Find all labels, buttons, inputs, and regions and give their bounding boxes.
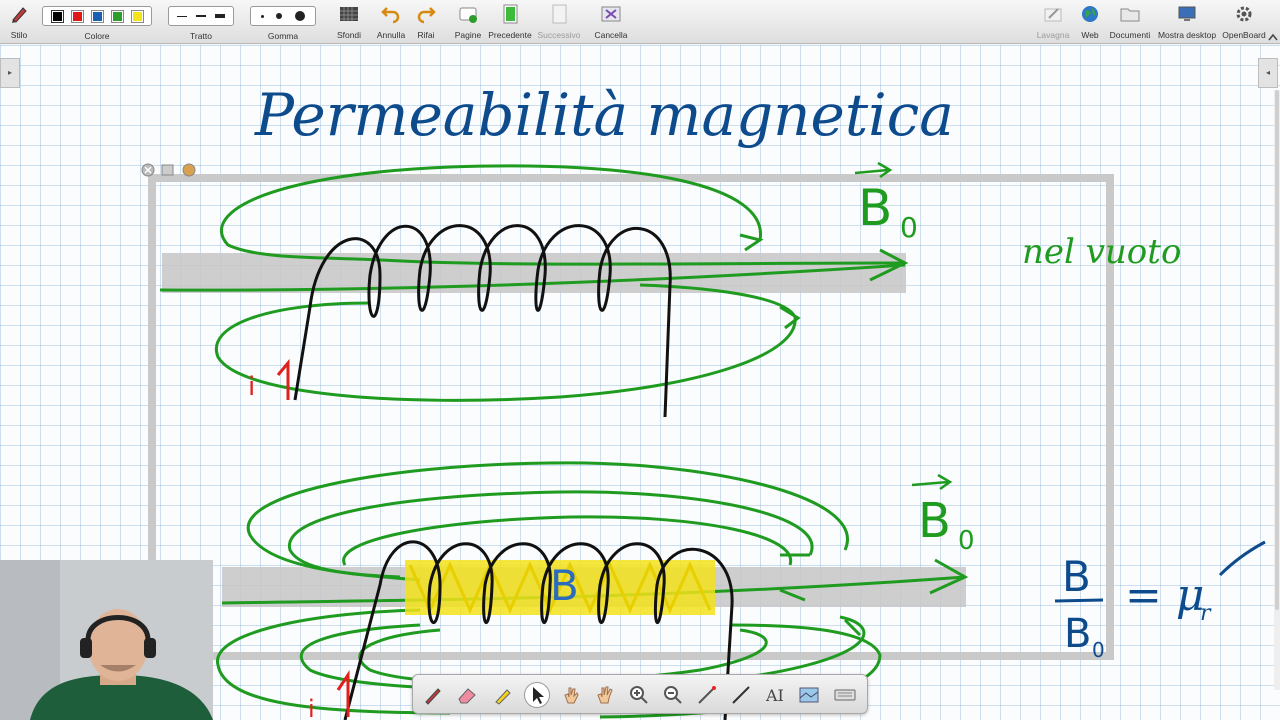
stilo-tool[interactable]: Stilo <box>6 4 32 40</box>
eraser-icon[interactable] <box>455 683 479 707</box>
previous-page-icon <box>503 4 518 24</box>
settings-icon[interactable] <box>182 163 196 177</box>
interact-hand-icon[interactable] <box>559 683 583 707</box>
eraser-selector <box>250 6 316 26</box>
successivo-label: Successivo <box>537 30 581 40</box>
title-handwriting: Permeabilità magnetica <box>254 81 954 149</box>
eraser-small[interactable] <box>261 14 265 18</box>
next-page-icon <box>552 4 567 24</box>
gear-icon <box>1236 6 1252 22</box>
sfondi-button[interactable]: Sfondi <box>335 4 363 40</box>
highlighter-icon[interactable] <box>491 683 515 707</box>
laser-pointer-icon[interactable] <box>695 683 719 707</box>
svg-text:B: B <box>1064 611 1091 657</box>
stroke-medium[interactable] <box>195 15 206 17</box>
monitor-icon <box>1178 6 1196 21</box>
color-palette <box>42 6 152 26</box>
stilo-label: Stilo <box>10 30 28 40</box>
mostra-desktop-label: Mostra desktop <box>1157 30 1217 40</box>
eraser-medium[interactable] <box>276 13 283 19</box>
pan-hand-icon[interactable] <box>593 683 617 707</box>
color-swatch-black[interactable] <box>51 10 63 22</box>
lavagna-label: Lavagna <box>1036 30 1070 40</box>
lavagna-button[interactable]: Lavagna <box>1036 4 1070 40</box>
capture-icon[interactable] <box>797 683 821 707</box>
eraser-large[interactable] <box>294 11 305 21</box>
zoom-out-icon[interactable] <box>661 683 685 707</box>
precedente-button[interactable]: Precedente <box>488 4 532 40</box>
sfondi-label: Sfondi <box>336 30 362 40</box>
redo-icon <box>417 7 436 24</box>
stroke-thin[interactable] <box>177 15 188 17</box>
web-button[interactable]: Web <box>1078 4 1102 40</box>
color-swatch-red[interactable] <box>71 10 83 22</box>
stroke-selector <box>168 6 234 26</box>
svg-text:0: 0 <box>958 526 975 556</box>
svg-text:B: B <box>1062 552 1091 601</box>
svg-text:i: i <box>308 695 315 720</box>
successivo-button[interactable]: Successivo <box>537 4 581 40</box>
webcam-overlay <box>0 560 213 720</box>
undo-icon <box>381 7 400 24</box>
b-label-core: B <box>550 561 579 610</box>
current-label-bottom: i <box>308 670 350 720</box>
cancella-button[interactable]: Cancella <box>594 4 628 40</box>
colore-label: Colore <box>84 31 110 41</box>
color-swatch-yellow[interactable] <box>131 10 143 22</box>
permeability-ratio: B B 0 = μ r <box>1054 540 1266 662</box>
documenti-button[interactable]: Documenti <box>1108 4 1152 40</box>
pagine-button[interactable]: Pagine <box>454 4 482 40</box>
board-icon <box>1044 8 1062 22</box>
tratto-label: Tratto <box>190 31 212 41</box>
mostra-desktop-button[interactable]: Mostra desktop <box>1156 4 1218 40</box>
collapse-arrow-icon[interactable] <box>1268 32 1278 42</box>
precedente-label: Precedente <box>488 30 532 40</box>
web-label: Web <box>1081 30 1099 40</box>
duplicate-icon[interactable] <box>161 164 174 176</box>
cancella-label: Cancella <box>594 30 628 40</box>
color-swatch-green[interactable] <box>111 10 123 22</box>
stroke-thick[interactable] <box>214 14 225 18</box>
clear-page-icon <box>601 6 621 22</box>
floating-toolbar: AI <box>412 674 868 714</box>
b0-label-bottom: B 0 <box>911 473 975 556</box>
main-toolbar: Stilo Colore Tratto Gomma Sfondi Annulla… <box>0 0 1280 44</box>
svg-text:AI: AI <box>765 686 784 705</box>
image-frame-controls <box>141 163 196 177</box>
globe-icon <box>1082 6 1098 22</box>
svg-text:0: 0 <box>1092 638 1105 662</box>
folder-icon <box>1120 8 1140 22</box>
svg-text:= μ: = μ <box>1125 570 1204 621</box>
presenter-video <box>0 560 213 720</box>
virtual-keyboard-icon[interactable] <box>833 683 857 707</box>
pen-icon[interactable] <box>421 683 445 707</box>
svg-text:B: B <box>858 179 892 237</box>
gomma-label: Gomma <box>267 31 299 41</box>
svg-text:r: r <box>1200 601 1212 626</box>
line-tool-icon[interactable] <box>729 683 753 707</box>
svg-text:i: i <box>248 372 255 402</box>
pen-icon <box>12 7 27 23</box>
rifai-button[interactable]: Rifai <box>414 4 438 40</box>
background-grid-icon <box>340 7 358 21</box>
annulla-button[interactable]: Annulla <box>376 4 406 40</box>
svg-text:B: B <box>918 493 951 549</box>
documenti-label: Documenti <box>1109 30 1151 40</box>
color-swatch-blue[interactable] <box>91 10 103 22</box>
add-page-icon <box>459 7 477 23</box>
pointer-icon[interactable] <box>525 683 549 707</box>
annulla-label: Annulla <box>376 30 406 40</box>
nel-vuoto-text: nel vuoto <box>1022 232 1181 272</box>
rifai-label: Rifai <box>417 30 435 40</box>
pagine-label: Pagine <box>454 30 482 40</box>
openboard-menu-button[interactable]: OpenBoard <box>1220 4 1268 40</box>
openboard-label: OpenBoard <box>1222 30 1266 40</box>
text-tool-icon[interactable]: AI <box>763 683 787 707</box>
svg-text:0: 0 <box>900 211 918 244</box>
zoom-in-icon[interactable] <box>627 683 651 707</box>
